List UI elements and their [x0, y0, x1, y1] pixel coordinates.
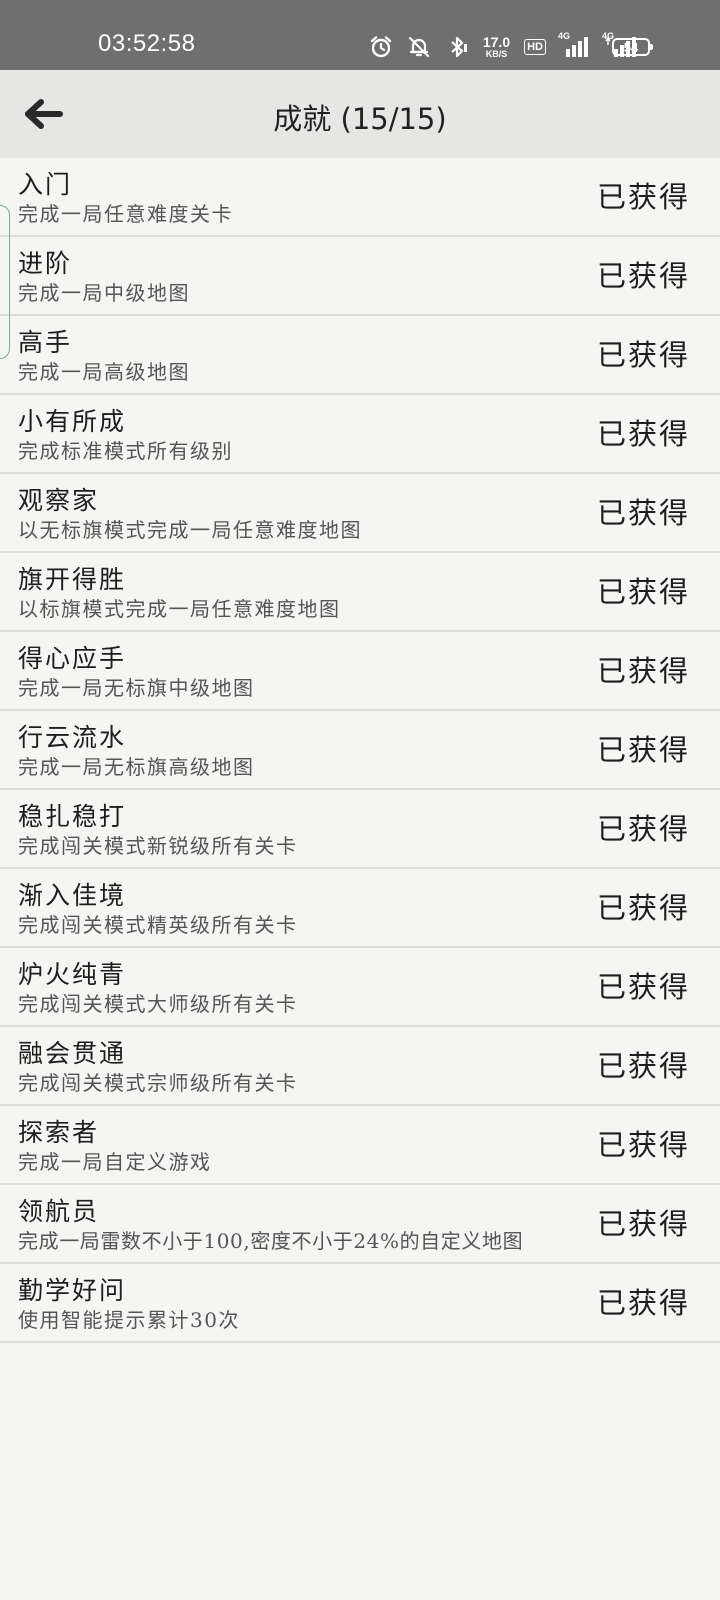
achievement-desc: 完成一局任意难度关卡	[18, 202, 233, 226]
achievement-desc: 完成闯关模式宗师级所有关卡	[18, 1071, 298, 1095]
achievement-name: 领航员	[18, 1197, 100, 1226]
achievement-status: 已获得	[596, 1128, 690, 1162]
achievement-desc: 完成闯关模式新锐级所有关卡	[18, 834, 298, 858]
app-header: 成就 (15/15)	[0, 70, 720, 158]
achievement-desc: 使用智能提示累计30次	[18, 1308, 240, 1332]
signal-label: 4G	[558, 31, 571, 41]
list-item[interactable]: 领航员 完成一局雷数不小于100,密度不小于24%的自定义地图 已获得	[0, 1185, 720, 1264]
achievement-name: 行云流水	[18, 723, 127, 752]
status-icons: 17.0 KB/S HD 4G 4G	[369, 31, 638, 62]
list-item[interactable]: 小有所成 完成标准模式所有级别 已获得	[0, 395, 720, 474]
achievement-name: 观察家	[18, 486, 100, 515]
achievement-status: 已获得	[596, 891, 690, 925]
achievement-desc: 以标旗模式完成一局任意难度地图	[18, 597, 341, 621]
achievement-name: 入门	[18, 170, 73, 199]
achievement-desc: 完成一局无标旗高级地图	[18, 755, 255, 779]
list-item[interactable]: 渐入佳境 完成闯关模式精英级所有关卡 已获得	[0, 869, 720, 948]
list-item[interactable]: 得心应手 完成一局无标旗中级地图 已获得	[0, 632, 720, 711]
achievement-status: 已获得	[596, 259, 690, 293]
list-item[interactable]: 入门 完成一局任意难度关卡 已获得	[0, 158, 720, 237]
achievement-desc: 完成标准模式所有级别	[18, 439, 233, 463]
edge-gesture-handle[interactable]	[0, 205, 10, 359]
achievement-name: 得心应手	[18, 644, 127, 673]
alarm-icon	[369, 35, 393, 59]
achievement-status: 已获得	[596, 496, 690, 530]
achievement-desc: 以无标旗模式完成一局任意难度地图	[18, 518, 362, 542]
list-item[interactable]: 稳扎稳打 完成闯关模式新锐级所有关卡 已获得	[0, 790, 720, 869]
achievement-status: 已获得	[596, 417, 690, 451]
achievement-desc: 完成一局自定义游戏	[18, 1150, 212, 1174]
achievement-desc: 完成闯关模式精英级所有关卡	[18, 913, 298, 937]
bluetooth-icon	[445, 35, 469, 59]
achievement-name: 稳扎稳打	[18, 802, 127, 831]
achievement-name: 炉火纯青	[18, 960, 127, 989]
achievement-desc: 完成一局无标旗中级地图	[18, 676, 255, 700]
achievement-name: 高手	[18, 328, 73, 357]
page-title: 成就 (15/15)	[273, 102, 447, 136]
achievement-status: 已获得	[596, 654, 690, 688]
achievement-name: 融会贯通	[18, 1039, 127, 1068]
list-item[interactable]: 勤学好问 使用智能提示累计30次 已获得	[0, 1264, 720, 1343]
net-speed: 17.0 KB/S	[483, 35, 510, 59]
battery-icon: 54	[612, 38, 653, 56]
list-item[interactable]: 高手 完成一局高级地图 已获得	[0, 316, 720, 395]
achievement-status: 已获得	[596, 338, 690, 372]
achievement-desc: 完成一局中级地图	[18, 281, 190, 305]
list-item[interactable]: 旗开得胜 以标旗模式完成一局任意难度地图 已获得	[0, 553, 720, 632]
achievement-name: 小有所成	[18, 407, 127, 436]
achievement-name: 渐入佳境	[18, 881, 127, 910]
achievement-name: 进阶	[18, 249, 73, 278]
list-item[interactable]: 融会贯通 完成闯关模式宗师级所有关卡 已获得	[0, 1027, 720, 1106]
achievement-desc: 完成一局高级地图	[18, 360, 190, 384]
signal-icon: 4G	[558, 31, 590, 59]
status-bar: 03:52:58 17.0 KB/S HD 4G 4G 54	[0, 0, 720, 70]
achievement-name: 探索者	[18, 1118, 100, 1147]
list-item[interactable]: 炉火纯青 完成闯关模式大师级所有关卡 已获得	[0, 948, 720, 1027]
status-time: 03:52:58	[98, 30, 196, 57]
achievement-status: 已获得	[596, 1049, 690, 1083]
achievement-name: 旗开得胜	[18, 565, 127, 594]
list-item[interactable]: 行云流水 完成一局无标旗高级地图 已获得	[0, 711, 720, 790]
achievement-status: 已获得	[596, 1286, 690, 1320]
achievement-desc: 完成闯关模式大师级所有关卡	[18, 992, 298, 1016]
achievement-status: 已获得	[596, 1207, 690, 1241]
list-item[interactable]: 观察家 以无标旗模式完成一局任意难度地图 已获得	[0, 474, 720, 553]
net-speed-value: 17.0	[482, 34, 511, 50]
achievement-status: 已获得	[596, 575, 690, 609]
list-item[interactable]: 探索者 完成一局自定义游戏 已获得	[0, 1106, 720, 1185]
achievement-list: 入门 完成一局任意难度关卡 已获得 进阶 完成一局中级地图 已获得 高手 完成一…	[0, 158, 720, 1343]
achievement-status: 已获得	[596, 733, 690, 767]
achievement-desc: 完成一局雷数不小于100,密度不小于24%的自定义地图	[18, 1229, 524, 1253]
net-speed-unit: KB/S	[485, 49, 508, 59]
list-item[interactable]: 进阶 完成一局中级地图 已获得	[0, 237, 720, 316]
achievement-status: 已获得	[596, 812, 690, 846]
mute-bell-icon	[407, 35, 431, 59]
achievement-status: 已获得	[596, 180, 690, 214]
achievement-name: 勤学好问	[18, 1276, 127, 1305]
hd-volte-icon: HD	[524, 39, 546, 55]
achievement-status: 已获得	[596, 970, 690, 1004]
